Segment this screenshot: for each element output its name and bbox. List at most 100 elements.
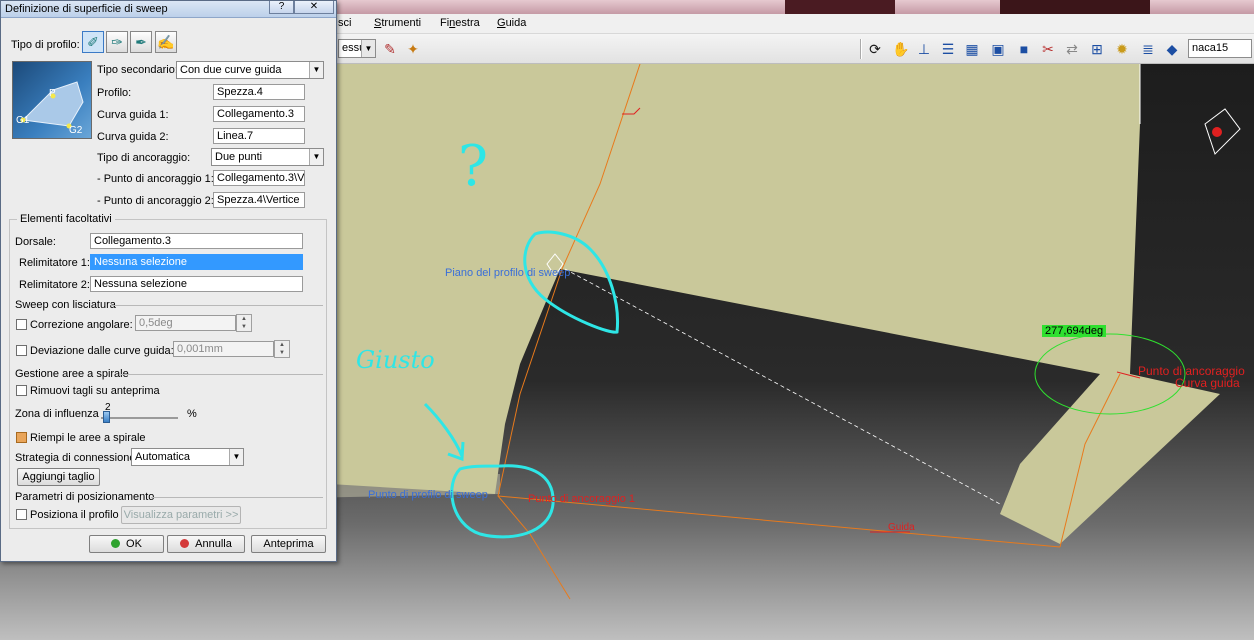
annulla-button[interactable]: Annulla bbox=[167, 535, 245, 553]
sweep-preview-image: G1 G2 P bbox=[12, 61, 92, 139]
preview-p-label: P bbox=[49, 88, 56, 99]
layers-icon[interactable]: ≣ bbox=[1139, 40, 1157, 58]
curva-guida-1-field[interactable]: Collegamento.3 bbox=[213, 106, 305, 122]
dorsale-field[interactable]: Collegamento.3 bbox=[90, 233, 303, 249]
compass-icon[interactable] bbox=[1204, 108, 1241, 155]
spinner-icon[interactable]: ▲ ▼ bbox=[274, 340, 290, 358]
spirale-title: Gestione aree a spirale bbox=[15, 368, 129, 380]
sweep-lisciatura-title: Sweep con lisciatura bbox=[15, 299, 116, 311]
posiziona-profilo-checkbox[interactable] bbox=[16, 509, 27, 520]
cube-view-icon[interactable]: ▣ bbox=[989, 40, 1007, 58]
menu-item-guida[interactable]: Guida bbox=[497, 17, 526, 29]
ok-button[interactable]: OK bbox=[89, 535, 164, 553]
dialog-titlebar[interactable]: Definizione di superficie di sweep ? ✕ bbox=[1, 1, 336, 18]
profile-type-conic-icon[interactable]: ✒ bbox=[130, 31, 152, 53]
tipo-ancoraggio-value: Due punti bbox=[215, 151, 263, 163]
curva-guida-2-label: Curva guida 2: bbox=[97, 131, 169, 143]
toolbar-combo-right[interactable]: naca15 bbox=[1188, 39, 1252, 58]
chevron-down-icon: ▼ bbox=[361, 40, 375, 57]
tree-icon[interactable]: ☰ bbox=[939, 40, 957, 58]
titlebar-region bbox=[1000, 0, 1150, 14]
profile-type-explicit-icon[interactable]: ✍ bbox=[155, 31, 177, 53]
tipo-secondario-label: Tipo secondario: bbox=[97, 64, 178, 76]
preview-g2-label: G2 bbox=[69, 125, 83, 136]
divider bbox=[151, 497, 323, 498]
riempi-spirale-label: Riempi le aree a spirale bbox=[30, 432, 146, 444]
strategia-select[interactable]: Automatica ▼ bbox=[131, 448, 244, 466]
tipo-ancoraggio-select[interactable]: Due punti ▼ bbox=[211, 148, 324, 166]
titlebar-region bbox=[785, 0, 895, 14]
tipo-profilo-label: Tipo di profilo: bbox=[11, 39, 80, 51]
posizionamento-title: Parametri di posizionamento bbox=[15, 491, 155, 503]
spinner-icon[interactable]: ▲ ▼ bbox=[236, 314, 252, 332]
paintbrush-icon[interactable]: ✎ bbox=[381, 40, 399, 58]
zona-influenza-label: Zona di influenza bbox=[15, 408, 99, 420]
sweep-dialog: Definizione di superficie di sweep ? ✕ T… bbox=[0, 0, 337, 562]
handwritten-note: Giusto bbox=[356, 346, 435, 374]
relimitatore-1-field[interactable]: Nessuna selezione bbox=[90, 254, 303, 270]
visualizza-parametri-button[interactable]: Visualizza parametri >> bbox=[121, 506, 241, 524]
profilo-field[interactable]: Spezza.4 bbox=[213, 84, 305, 100]
menu-item-finestra[interactable]: Finestra bbox=[440, 17, 480, 29]
correzione-angolare-field[interactable]: 0,5deg bbox=[135, 315, 236, 331]
ok-label: OK bbox=[126, 538, 142, 550]
aggiungi-taglio-button[interactable]: Aggiungi taglio bbox=[17, 468, 100, 486]
punto-ancoraggio-2-field[interactable]: Spezza.4\Vertice bbox=[213, 192, 305, 208]
dialog-title: Definizione di superficie di sweep bbox=[5, 3, 168, 15]
material-icon[interactable]: ◆ bbox=[1163, 40, 1181, 58]
compass-center bbox=[1212, 127, 1222, 137]
handwritten-question: ? bbox=[458, 134, 489, 199]
chevron-down-icon: ▼ bbox=[309, 62, 323, 78]
axis-icon[interactable]: ⊥ bbox=[915, 40, 933, 58]
pan-icon[interactable]: ✋ bbox=[892, 40, 910, 58]
elementi-facoltativi-title: Elementi facoltativi bbox=[17, 213, 115, 225]
guide-right-label: Curva guida bbox=[1175, 376, 1240, 390]
riempi-spirale-checkbox[interactable] bbox=[16, 432, 27, 443]
deviazione-label: Deviazione dalle curve guida: bbox=[30, 345, 174, 357]
profile-point-label: Punto di profilo di sweep bbox=[368, 489, 488, 501]
shaded-cube-icon[interactable]: ■ bbox=[1015, 40, 1033, 58]
rimuovi-tagli-checkbox[interactable] bbox=[16, 385, 27, 396]
profile-type-line-icon[interactable]: ✐ bbox=[82, 31, 104, 53]
strategia-label: Strategia di connessione: bbox=[15, 452, 139, 464]
structure-icon[interactable]: ⊞ bbox=[1088, 40, 1106, 58]
tipo-secondario-select[interactable]: Con due curve guida ▼ bbox=[176, 61, 324, 79]
toolbar-combo-left[interactable]: essun ▼ bbox=[338, 39, 376, 58]
menu-item-partial[interactable]: sci bbox=[338, 17, 351, 29]
hide-show-icon[interactable]: ✂ bbox=[1039, 40, 1057, 58]
curva-guida-2-field[interactable]: Linea.7 bbox=[213, 128, 305, 144]
grid-icon[interactable]: ▦ bbox=[963, 40, 981, 58]
correzione-angolare-checkbox[interactable] bbox=[16, 319, 27, 330]
angle-label: 277,694deg bbox=[1042, 325, 1107, 337]
relimitatore-2-field[interactable]: Nessuna selezione bbox=[90, 276, 303, 292]
anchor-point-label: Punto di ancoraggio 1 bbox=[528, 493, 636, 505]
profilo-label: Profilo: bbox=[97, 87, 132, 99]
toolbar-combo-right-value: naca15 bbox=[1192, 42, 1229, 54]
posiziona-profilo-label: Posiziona il profilo bbox=[30, 509, 119, 521]
deviazione-checkbox[interactable] bbox=[16, 345, 27, 356]
spin-icon[interactable]: ⟳ bbox=[866, 40, 884, 58]
anteprima-button[interactable]: Anteprima bbox=[251, 535, 326, 553]
tipo-secondario-value: Con due curve guida bbox=[180, 64, 282, 76]
help-button[interactable]: ? bbox=[269, 1, 294, 14]
menu-item-strumenti[interactable]: Strumenti bbox=[374, 17, 421, 29]
zona-influenza-slider-track[interactable] bbox=[101, 417, 178, 419]
profile-type-circle-icon[interactable]: ✑ bbox=[106, 31, 128, 53]
deviazione-field[interactable]: 0,001mm bbox=[173, 341, 274, 357]
light-icon[interactable]: ✹ bbox=[1113, 40, 1131, 58]
close-button[interactable]: ✕ bbox=[294, 1, 334, 14]
toolbar-separator bbox=[860, 39, 862, 59]
curva-guida-1-label: Curva guida 1: bbox=[97, 109, 169, 121]
punto-ancoraggio-1-field[interactable]: Collegamento.3\Ve bbox=[213, 170, 305, 186]
wand-icon[interactable]: ✦ bbox=[404, 40, 422, 58]
swap-icon[interactable]: ⇄ bbox=[1063, 40, 1081, 58]
divider bbox=[121, 374, 323, 375]
zona-influenza-slider-thumb[interactable] bbox=[103, 411, 110, 423]
cancel-icon bbox=[180, 539, 190, 548]
annulla-label: Annulla bbox=[195, 538, 232, 550]
tipo-ancoraggio-label: Tipo di ancoraggio: bbox=[97, 152, 191, 164]
correzione-angolare-label: Correzione angolare: bbox=[30, 319, 133, 331]
ok-icon bbox=[111, 539, 121, 548]
punto-ancoraggio-2-label: - Punto di ancoraggio 2: bbox=[97, 195, 214, 207]
chevron-down-icon: ▼ bbox=[309, 149, 323, 165]
